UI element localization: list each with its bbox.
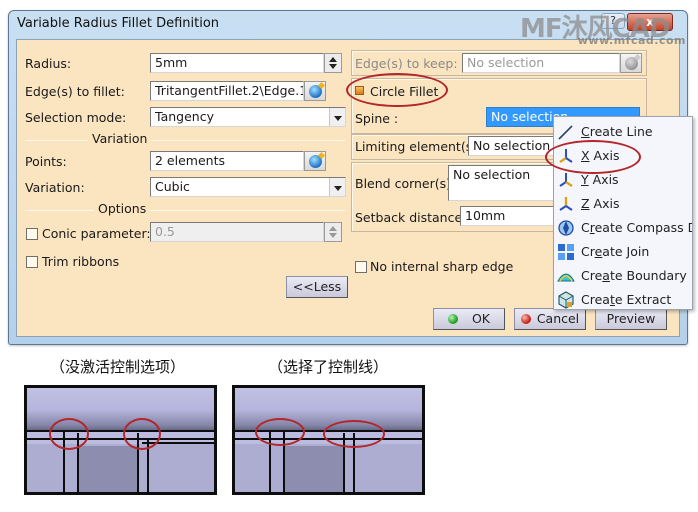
- conic-parameter-spinner[interactable]: [324, 222, 342, 242]
- menu-item-label: Create Join: [581, 244, 650, 259]
- close-button[interactable]: x: [627, 13, 673, 31]
- menu-item-z-axis[interactable]: Z Axis: [554, 192, 692, 216]
- selection-mode-dropdown[interactable]: Tangency: [150, 107, 346, 127]
- menu-item-create-compass[interactable]: Create Compass D: [554, 216, 692, 240]
- z-axis-icon: [559, 197, 573, 211]
- spin-up-icon[interactable]: [329, 226, 337, 231]
- ok-button[interactable]: OK: [433, 308, 505, 330]
- multi-select-icon: [309, 85, 322, 98]
- radius-label: Radius:: [25, 56, 72, 71]
- cancel-label: Cancel: [536, 311, 580, 326]
- caption-left: （没激活控制选项）: [50, 358, 186, 376]
- trim-ribbons-label: Trim ribbons: [42, 254, 120, 269]
- conic-parameter-label: Conic parameter:: [42, 226, 151, 241]
- chevron-down-icon[interactable]: [329, 108, 345, 126]
- y-axis-icon: [559, 173, 573, 187]
- title-bar[interactable]: Variable Radius Fillet Definition ? x: [9, 11, 687, 37]
- chevron-down-icon[interactable]: [329, 178, 345, 196]
- spine-label: Spine :: [355, 111, 399, 126]
- spin-down-icon[interactable]: [329, 64, 337, 69]
- help-button[interactable]: ?: [601, 13, 625, 29]
- menu-item-label: Create Extract: [581, 292, 672, 307]
- boundary-icon: [557, 273, 575, 282]
- annotation-circle: [323, 420, 385, 448]
- radius-spinner[interactable]: [324, 53, 342, 73]
- edges-to-fillet-selector-button[interactable]: [304, 81, 326, 101]
- multi-select-icon: [309, 155, 322, 168]
- variation-dropdown[interactable]: Cubic: [150, 177, 346, 197]
- selection-mode-value: Tangency: [155, 109, 214, 124]
- scene-shadow: [285, 446, 345, 492]
- conic-parameter-checkbox[interactable]: [26, 228, 38, 240]
- limiting-element-label: Limiting element(s):: [355, 139, 482, 154]
- radius-input[interactable]: 5mm: [150, 53, 324, 73]
- edges-to-fillet-label: Edge(s) to fillet:: [25, 84, 125, 99]
- multi-select-icon: [625, 57, 638, 70]
- compass-icon: [558, 220, 574, 236]
- no-internal-sharp-edge-checkbox[interactable]: [355, 261, 367, 273]
- scene-shadow: [77, 446, 137, 492]
- points-label: Points:: [25, 154, 67, 169]
- annotation-circle: [255, 418, 305, 446]
- menu-item-label: Create Line: [581, 124, 653, 139]
- points-selector-button[interactable]: [304, 151, 326, 171]
- menu-item-create-extract[interactable]: Create Extract: [554, 288, 692, 312]
- setback-distance-label: Setback distance:: [355, 210, 467, 225]
- menu-item-label: Create Compass D: [581, 220, 692, 235]
- menu-item-label: Z Axis: [581, 196, 620, 211]
- spin-up-icon[interactable]: [329, 57, 337, 62]
- selection-mode-label: Selection mode:: [25, 110, 127, 125]
- extract-icon: [558, 291, 574, 309]
- points-input[interactable]: 2 elements: [150, 151, 304, 171]
- annotation-circle: [346, 73, 448, 107]
- menu-item-label: Y Axis: [581, 172, 619, 187]
- blend-corner-list[interactable]: No selection: [448, 165, 558, 201]
- fillet-preview-image-left: [24, 385, 217, 495]
- ok-label: OK: [471, 311, 491, 326]
- edges-to-keep-label: Edge(s) to keep:: [355, 56, 458, 71]
- variation-group-divider: [25, 140, 345, 141]
- variation-label: Variation:: [25, 180, 85, 195]
- limiting-element-input[interactable]: No selection: [468, 136, 558, 156]
- annotation-circle: [123, 418, 161, 450]
- join-icon: [558, 244, 574, 260]
- menu-item-create-join[interactable]: Create Join: [554, 240, 692, 264]
- caption-right: （选择了控制线）: [268, 358, 389, 376]
- cancel-icon: [520, 314, 531, 324]
- conic-parameter-input[interactable]: 0.5: [150, 222, 324, 242]
- no-internal-sharp-edge-label: No internal sharp edge: [370, 259, 514, 274]
- annotation-circle: [49, 418, 89, 450]
- variation-value: Cubic: [155, 179, 190, 194]
- blend-corner-label: Blend corner(s): [355, 176, 452, 191]
- options-group-title: Options: [94, 201, 151, 216]
- edges-to-keep-selector-button[interactable]: [620, 53, 642, 73]
- options-group-divider: [25, 210, 345, 211]
- less-button[interactable]: <<Less: [286, 276, 348, 298]
- fillet-preview-image-right: [232, 385, 425, 495]
- setback-distance-input[interactable]: 10mm: [460, 206, 558, 226]
- edges-to-keep-input[interactable]: No selection: [462, 53, 620, 73]
- edges-to-fillet-input[interactable]: TritangentFillet.2\Edge.12: [150, 81, 304, 101]
- menu-item-create-boundary[interactable]: Create Boundary: [554, 264, 692, 288]
- spin-down-icon[interactable]: [329, 233, 337, 238]
- line-icon: [558, 125, 573, 140]
- trim-ribbons-checkbox[interactable]: [26, 256, 38, 268]
- variation-group-title: Variation: [88, 131, 152, 146]
- annotation-circle: [545, 140, 641, 174]
- dialog-title: Variable Radius Fillet Definition: [17, 16, 220, 31]
- ok-icon: [447, 314, 458, 324]
- menu-item-label: Create Boundary: [581, 268, 687, 283]
